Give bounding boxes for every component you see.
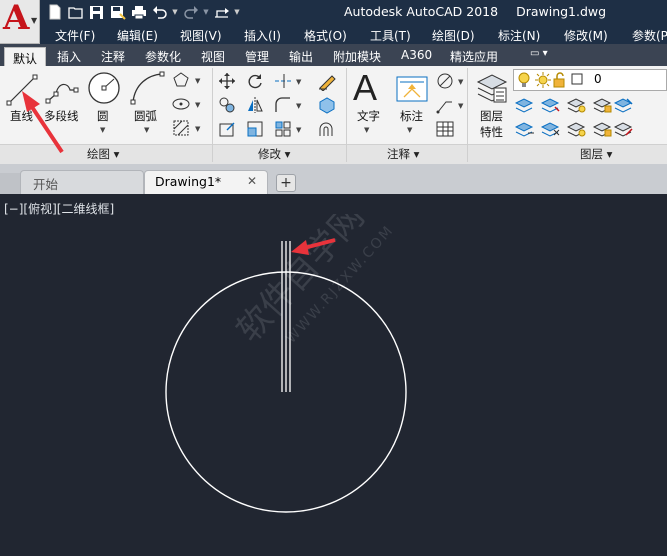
annotation-overlay <box>22 91 336 255</box>
application-menu-button[interactable]: A ▼ <box>0 0 40 44</box>
red-arrow-icon <box>291 238 336 255</box>
red-arrow-icon <box>22 91 64 154</box>
autocad-logo-icon: A <box>3 0 30 38</box>
chevron-down-icon: ▼ <box>31 16 38 25</box>
